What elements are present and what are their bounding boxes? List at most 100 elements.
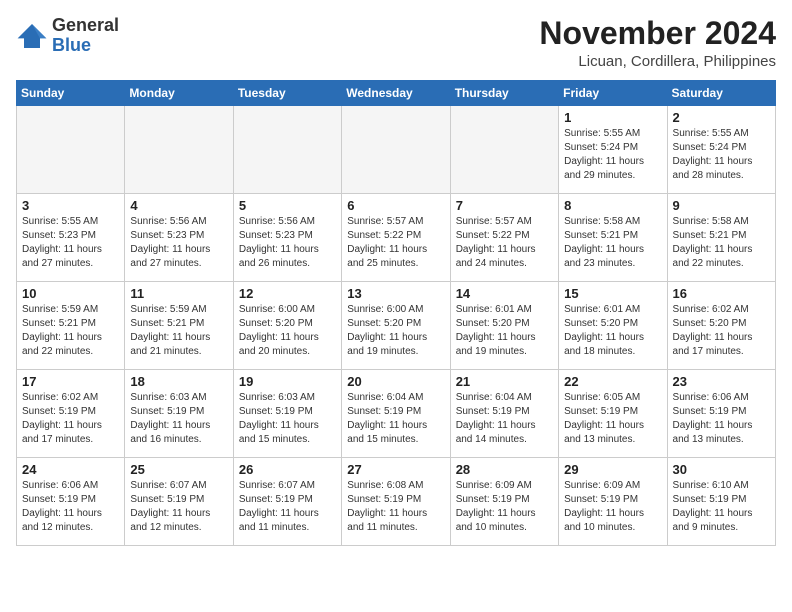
calendar-cell: 29Sunrise: 6:09 AM Sunset: 5:19 PM Dayli… [559,458,667,546]
day-number: 19 [239,374,336,389]
day-info: Sunrise: 5:58 AM Sunset: 5:21 PM Dayligh… [564,215,661,271]
day-number: 26 [239,462,336,477]
day-number: 30 [673,462,770,477]
day-info: Sunrise: 5:59 AM Sunset: 5:21 PM Dayligh… [130,303,227,359]
calendar-cell: 9 Sunrise: 5:58 AM Sunset: 5:21 PM Daylig… [667,194,775,282]
calendar-cell: 11 Sunrise: 5:59 AM Sunset: 5:21 PM Dayli… [125,282,233,370]
calendar-cell: 1 Sunrise: 5:55 AM Sunset: 5:24 PM Daylig… [559,106,667,194]
day-number: 28 [456,462,553,477]
day-info: Sunrise: 6:07 AM Sunset: 5:19 PM Dayligh… [130,479,227,535]
day-info: Sunrise: 6:05 AM Sunset: 5:19 PM Dayligh… [564,391,661,447]
calendar-cell: 8 Sunrise: 5:58 AM Sunset: 5:21 PM Daylig… [559,194,667,282]
weekday-header-saturday: Saturday [667,81,775,106]
day-number: 22 [564,374,661,389]
weekday-header-friday: Friday [559,81,667,106]
calendar-cell: 4 Sunrise: 5:56 AM Sunset: 5:23 PM Daylig… [125,194,233,282]
calendar-cell: 16 Sunrise: 6:02 AM Sunset: 5:20 PM Dayli… [667,282,775,370]
calendar-cell: 17 Sunrise: 6:02 AM Sunset: 5:19 PM Dayli… [17,370,125,458]
calendar-week-5: 24 Sunrise: 6:06 AM Sunset: 5:19 PM Dayli… [17,458,776,546]
calendar-cell: 26 Sunrise: 6:07 AM Sunset: 5:19 PM Dayli… [233,458,341,546]
day-info: Sunrise: 6:00 AM Sunset: 5:20 PM Dayligh… [347,303,444,359]
day-number: 11 [130,286,227,301]
day-info: Sunrise: 6:01 AM Sunset: 5:20 PM Dayligh… [564,303,661,359]
day-info: Sunrise: 6:06 AM Sunset: 5:19 PM Dayligh… [22,479,119,535]
day-info: Sunrise: 5:55 AM Sunset: 5:24 PM Dayligh… [673,127,770,183]
calendar-cell: 18 Sunrise: 6:03 AM Sunset: 5:19 PM Dayli… [125,370,233,458]
calendar-cell: 5 Sunrise: 5:56 AM Sunset: 5:23 PM Daylig… [233,194,341,282]
day-info: Sunrise: 6:03 AM Sunset: 5:19 PM Dayligh… [130,391,227,447]
logo: General Blue [16,16,119,56]
day-info: Sunrise: 5:57 AM Sunset: 5:22 PM Dayligh… [347,215,444,271]
day-info: Sunrise: 5:58 AM Sunset: 5:21 PM Dayligh… [673,215,770,271]
calendar-cell: 6 Sunrise: 5:57 AM Sunset: 5:22 PM Daylig… [342,194,450,282]
month-title: November 2024 [539,16,776,51]
day-info: Sunrise: 6:09 AM Sunset: 5:19 PM Dayligh… [564,479,661,535]
day-info: Sunrise: 6:02 AM Sunset: 5:20 PM Dayligh… [673,303,770,359]
weekday-header-sunday: Sunday [17,81,125,106]
day-number: 14 [456,286,553,301]
day-number: 23 [673,374,770,389]
weekday-header-wednesday: Wednesday [342,81,450,106]
day-number: 18 [130,374,227,389]
day-number: 24 [22,462,119,477]
day-number: 7 [456,198,553,213]
calendar-cell: 14 Sunrise: 6:01 AM Sunset: 5:20 PM Dayli… [450,282,558,370]
calendar-cell: 2Sunrise: 5:55 AM Sunset: 5:24 PM Daylig… [667,106,775,194]
day-info: Sunrise: 6:04 AM Sunset: 5:19 PM Dayligh… [456,391,553,447]
calendar-cell: 20 Sunrise: 6:04 AM Sunset: 5:19 PM Dayli… [342,370,450,458]
day-info: Sunrise: 6:01 AM Sunset: 5:20 PM Dayligh… [456,303,553,359]
weekday-header-row: SundayMondayTuesdayWednesdayThursdayFrid… [17,81,776,106]
calendar-cell: 10Sunrise: 5:59 AM Sunset: 5:21 PM Dayli… [17,282,125,370]
day-number: 8 [564,198,661,213]
page-header: General Blue November 2024 Licuan, Cordi… [16,16,776,70]
day-number: 6 [347,198,444,213]
calendar-cell: 3 Sunrise: 5:55 AM Sunset: 5:23 PM Daylig… [17,194,125,282]
day-info: Sunrise: 5:57 AM Sunset: 5:22 PM Dayligh… [456,215,553,271]
calendar-cell: 21 Sunrise: 6:04 AM Sunset: 5:19 PM Dayli… [450,370,558,458]
day-info: Sunrise: 5:55 AM Sunset: 5:24 PM Dayligh… [564,127,661,183]
logo-icon [16,22,48,50]
day-number: 10 [22,286,119,301]
day-info: Sunrise: 6:06 AM Sunset: 5:19 PM Dayligh… [673,391,770,447]
day-number: 17 [22,374,119,389]
calendar-cell [233,106,341,194]
day-number: 21 [456,374,553,389]
day-info: Sunrise: 5:56 AM Sunset: 5:23 PM Dayligh… [239,215,336,271]
day-number: 5 [239,198,336,213]
day-number: 27 [347,462,444,477]
calendar-cell: 15 Sunrise: 6:01 AM Sunset: 5:20 PM Dayli… [559,282,667,370]
calendar-cell: 12Sunrise: 6:00 AM Sunset: 5:20 PM Dayli… [233,282,341,370]
day-info: Sunrise: 6:03 AM Sunset: 5:19 PM Dayligh… [239,391,336,447]
day-info: Sunrise: 6:07 AM Sunset: 5:19 PM Dayligh… [239,479,336,535]
calendar-cell [125,106,233,194]
day-number: 1 [564,110,661,125]
day-number: 15 [564,286,661,301]
day-info: Sunrise: 6:02 AM Sunset: 5:19 PM Dayligh… [22,391,119,447]
title-area: November 2024 Licuan, Cordillera, Philip… [539,16,776,70]
calendar-cell: 22 Sunrise: 6:05 AM Sunset: 5:19 PM Dayli… [559,370,667,458]
calendar-table: SundayMondayTuesdayWednesdayThursdayFrid… [16,80,776,546]
calendar-cell: 19 Sunrise: 6:03 AM Sunset: 5:19 PM Dayli… [233,370,341,458]
logo-text: General Blue [52,16,119,56]
day-info: Sunrise: 6:10 AM Sunset: 5:19 PM Dayligh… [673,479,770,535]
calendar-cell [450,106,558,194]
day-info: Sunrise: 6:09 AM Sunset: 5:19 PM Dayligh… [456,479,553,535]
calendar-cell: 7 Sunrise: 5:57 AM Sunset: 5:22 PM Daylig… [450,194,558,282]
day-info: Sunrise: 6:00 AM Sunset: 5:20 PM Dayligh… [239,303,336,359]
calendar-cell: 28 Sunrise: 6:09 AM Sunset: 5:19 PM Dayli… [450,458,558,546]
day-number: 9 [673,198,770,213]
day-info: Sunrise: 5:55 AM Sunset: 5:23 PM Dayligh… [22,215,119,271]
calendar-week-2: 3 Sunrise: 5:55 AM Sunset: 5:23 PM Daylig… [17,194,776,282]
location-title: Licuan, Cordillera, Philippines [539,53,776,70]
calendar-cell [17,106,125,194]
weekday-header-tuesday: Tuesday [233,81,341,106]
day-number: 20 [347,374,444,389]
day-info: Sunrise: 6:04 AM Sunset: 5:19 PM Dayligh… [347,391,444,447]
day-number: 4 [130,198,227,213]
calendar-cell: 23 Sunrise: 6:06 AM Sunset: 5:19 PM Dayli… [667,370,775,458]
day-number: 3 [22,198,119,213]
calendar-cell [342,106,450,194]
day-number: 16 [673,286,770,301]
day-info: Sunrise: 5:56 AM Sunset: 5:23 PM Dayligh… [130,215,227,271]
calendar-cell: 27Sunrise: 6:08 AM Sunset: 5:19 PM Dayli… [342,458,450,546]
